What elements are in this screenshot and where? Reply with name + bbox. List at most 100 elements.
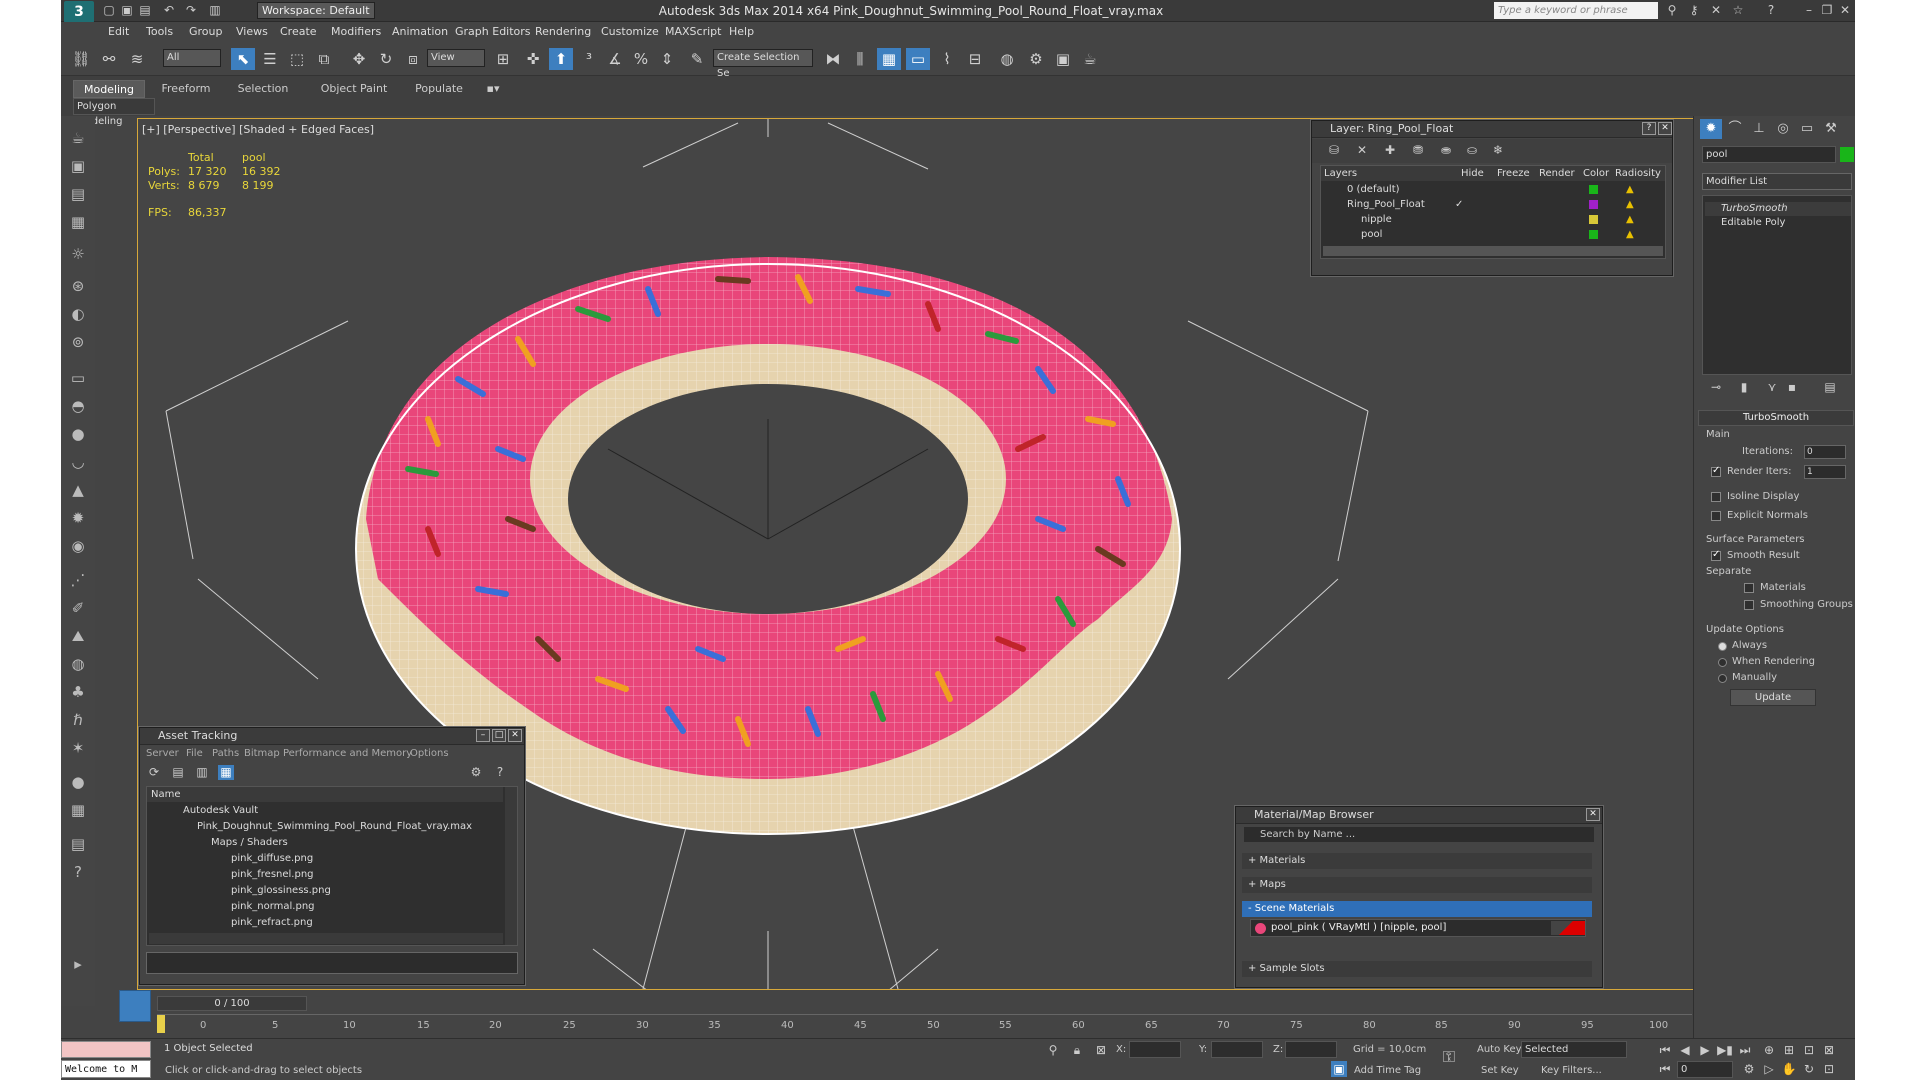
zoom-all-icon[interactable]: ⊞ [1781, 1042, 1797, 1058]
asset-vault-icon[interactable]: ⚙ [468, 765, 484, 780]
film-icon[interactable]: ⊚ [66, 330, 90, 354]
key-icon[interactable]: ⚿ [1441, 1049, 1457, 1065]
file-icon[interactable]: ▤ [66, 832, 90, 856]
select-object-icon[interactable]: ⬉ [231, 48, 255, 70]
maxscript-mini-listener[interactable]: Welcome to M [61, 1060, 151, 1078]
menu-edit[interactable]: Edit [108, 25, 129, 38]
asset-minimize-icon[interactable]: – [476, 729, 490, 742]
select-by-name-icon[interactable]: ☰ [258, 48, 282, 70]
expand-arrow-icon[interactable]: ▸ [66, 952, 90, 976]
menu-group[interactable]: Group [189, 25, 223, 38]
add-time-tag[interactable]: Add Time Tag [1354, 1065, 1421, 1076]
angle-snap-icon[interactable]: ∡ [603, 48, 627, 70]
maximize-viewport-icon[interactable]: ⊡ [1821, 1061, 1837, 1077]
create-tab-icon[interactable]: ✹ [1700, 119, 1722, 139]
cone-icon[interactable]: ▲ [66, 478, 90, 502]
redo-icon[interactable]: ↷ [183, 3, 199, 18]
asset-row[interactable]: pink_glossiness.png [147, 883, 503, 898]
layer-color-swatch[interactable] [1589, 185, 1598, 194]
layer-row[interactable]: pool ▲ [1321, 227, 1665, 242]
material-sphere-icon[interactable]: ● [66, 770, 90, 794]
orbit-icon[interactable]: ↻ [1801, 1061, 1817, 1077]
favorites-icon[interactable]: ☆ [1730, 3, 1746, 18]
layer-delete-icon[interactable]: ✕ [1354, 143, 1370, 158]
asset-refresh-icon[interactable]: ⟳ [146, 765, 162, 780]
reference-coord-select[interactable]: View [427, 49, 485, 67]
render-production-icon[interactable]: ☕ [1078, 48, 1102, 70]
material-group-maps[interactable]: + Maps [1242, 877, 1592, 893]
close-icon[interactable]: ✕ [1837, 3, 1853, 18]
iterations-spinner[interactable]: 0 [1804, 445, 1846, 459]
layer-row[interactable]: nipple ▲ [1321, 212, 1665, 227]
asset-list-icon[interactable]: ▤ [170, 765, 186, 780]
menu-tools[interactable]: Tools [146, 25, 173, 38]
render-setup-icon[interactable]: ⚙ [1024, 48, 1048, 70]
material-item[interactable]: pool_pink ( VRayMtl ) [nipple, pool] [1250, 919, 1586, 937]
layer-new-icon[interactable]: ⛁ [1326, 143, 1342, 158]
layer-color-swatch[interactable] [1589, 215, 1598, 224]
hierarchy-tab-icon[interactable]: ⊥ [1748, 119, 1770, 139]
rendered-frame-icon[interactable]: ▣ [1051, 48, 1075, 70]
asset-menu-options[interactable]: Options [410, 748, 449, 759]
current-frame-field[interactable]: 0 [1677, 1061, 1733, 1078]
undo-icon[interactable]: ↶ [161, 3, 177, 18]
smooth-result-checkbox[interactable] [1711, 549, 1721, 561]
z-coord-field[interactable] [1285, 1041, 1337, 1058]
restore-icon[interactable]: ❐ [1819, 3, 1835, 18]
ribbon-toggle-icon[interactable]: ▭ [906, 48, 930, 70]
asset-path-field[interactable] [146, 952, 518, 974]
y-coord-field[interactable] [1211, 1041, 1263, 1058]
menu-modifiers[interactable]: Modifiers [331, 25, 381, 38]
lock-icon[interactable]: 🔒︎ [1069, 1042, 1085, 1058]
align-icon[interactable]: ⫼ [848, 48, 872, 70]
snaps-toggle-icon[interactable]: ³ [577, 48, 601, 70]
time-tag-icon[interactable]: ▣ [1331, 1061, 1347, 1077]
maxscript-listener-top[interactable] [61, 1041, 151, 1058]
material-close-icon[interactable]: ✕ [1586, 808, 1600, 821]
layer-add-icon[interactable]: ✚ [1382, 143, 1398, 158]
globe-icon[interactable]: ◍ [66, 652, 90, 676]
mini-curve-editor-icon[interactable] [119, 990, 151, 1022]
tab-selection[interactable]: Selection [229, 80, 297, 98]
scene-explorer-icon[interactable]: ▦ [66, 210, 90, 234]
play-icon[interactable]: ▶ [1697, 1042, 1713, 1058]
modify-tab-icon[interactable]: ⌒ [1724, 119, 1746, 139]
layer-freeze-icon[interactable]: ❄ [1490, 143, 1506, 158]
communication-icon[interactable]: ✕ [1708, 3, 1724, 18]
rotate-icon[interactable]: ↻ [374, 48, 398, 70]
layer-col-layers[interactable]: Layers [1324, 166, 1357, 181]
update-rendering-radio[interactable] [1718, 658, 1727, 667]
time-config-icon[interactable]: ⚙ [1741, 1061, 1757, 1077]
asset-maximize-icon[interactable]: □ [492, 729, 506, 742]
plant-icon[interactable]: ♣ [66, 680, 90, 704]
scale-icon[interactable]: ⧈ [401, 48, 425, 70]
layer-radiosity-icon[interactable]: ▲ [1626, 182, 1634, 197]
layer-select-icon[interactable]: ⛃ [1410, 143, 1426, 158]
window-crossing-icon[interactable]: ⧉ [312, 48, 336, 70]
material-browser-title[interactable]: Material/Map Browser [1236, 807, 1602, 824]
selection-filter-select[interactable]: All [163, 49, 221, 67]
go-to-end-icon[interactable]: ⏭ [1737, 1042, 1753, 1058]
isoline-checkbox[interactable] [1711, 492, 1721, 502]
asset-tracking-title[interactable]: Asset Tracking [140, 728, 524, 745]
object-name-field[interactable]: pool [1702, 146, 1836, 163]
layer-row[interactable]: 0 (default) ▲ [1321, 182, 1665, 197]
key-mode-toggle-icon[interactable]: ⏮ [1657, 1061, 1673, 1077]
menu-animation[interactable]: Animation [392, 25, 448, 38]
asset-close-icon[interactable]: ✕ [508, 729, 522, 742]
move-icon[interactable]: ✥ [347, 48, 371, 70]
time-slider-handle[interactable] [157, 1015, 165, 1033]
menu-views[interactable]: Views [236, 25, 268, 38]
remove-modifier-icon[interactable]: ▪ [1784, 380, 1800, 395]
modifier-list-select[interactable]: Modifier List [1702, 173, 1852, 190]
menu-maxscript[interactable]: MAXScript [665, 25, 721, 38]
key-filters-button[interactable]: Key Filters... [1541, 1065, 1602, 1076]
separate-materials-checkbox[interactable] [1744, 583, 1754, 593]
asset-col-name[interactable]: Name [147, 787, 503, 802]
plane-icon[interactable]: ▭ [66, 366, 90, 390]
ribbon-options-icon[interactable]: ▪▾ [481, 80, 505, 98]
pivot-center-icon[interactable]: ⊞ [491, 48, 515, 70]
select-link-icon[interactable]: ⛓ [69, 48, 93, 70]
layer-radiosity-icon[interactable]: ▲ [1626, 212, 1634, 227]
make-unique-icon[interactable]: ⋎ [1764, 380, 1780, 395]
